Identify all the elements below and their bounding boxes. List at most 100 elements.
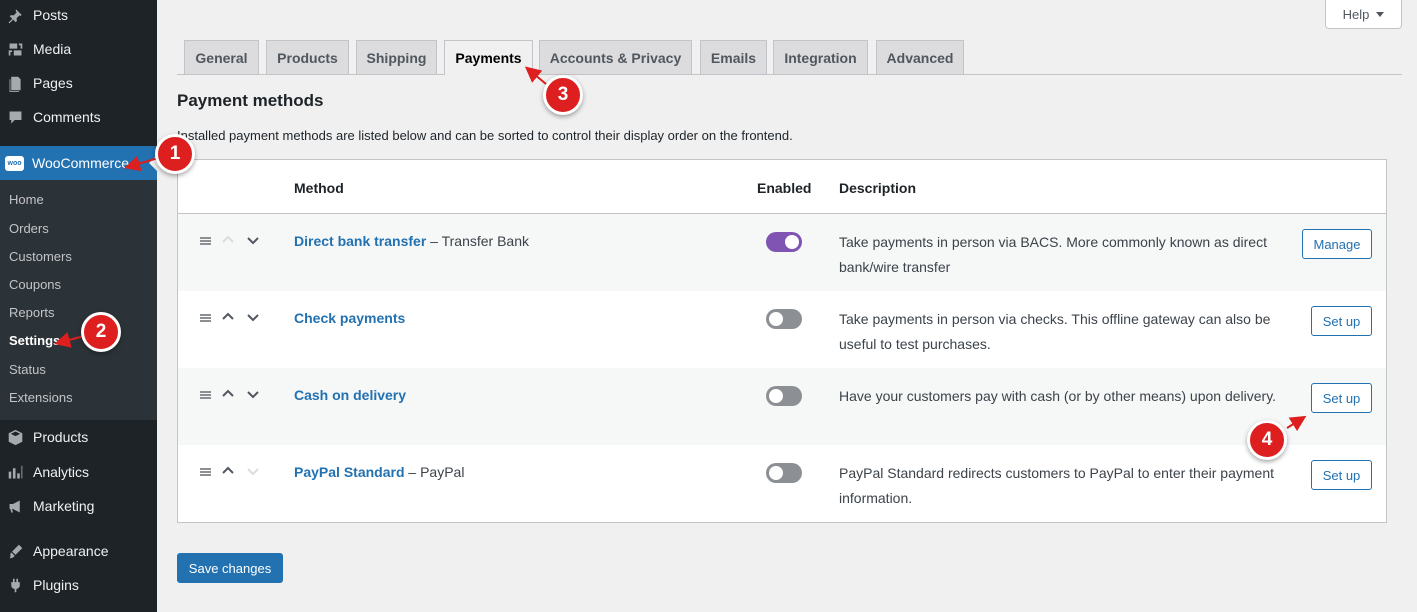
sidebar-item-label: Comments <box>33 109 101 125</box>
column-header-description: Description <box>839 180 917 196</box>
submenu-item-extensions[interactable]: Extensions <box>9 388 73 408</box>
submenu-item-customers[interactable]: Customers <box>9 247 72 267</box>
method-description: Take payments in person via BACS. More c… <box>839 234 1267 275</box>
page-description: Installed payment methods are listed bel… <box>177 128 793 143</box>
submenu-item-orders[interactable]: Orders <box>9 219 49 239</box>
toggle-knob <box>769 389 783 403</box>
tab-integration[interactable]: Integration <box>773 40 868 74</box>
submenu-item-status[interactable]: Status <box>9 360 46 380</box>
sidebar-item-products[interactable]: Products <box>0 420 157 454</box>
analytics-icon <box>5 462 25 482</box>
payment-methods-table: Method Enabled Description Direct bank t… <box>177 159 1387 523</box>
tab-emails[interactable]: Emails <box>700 40 767 74</box>
manage-button[interactable]: Manage <box>1302 229 1372 259</box>
tab-general[interactable]: General <box>184 40 259 74</box>
submenu-item-reports[interactable]: Reports <box>9 303 55 323</box>
drag-handle-icon[interactable] <box>200 314 211 322</box>
sidebar-item-pages[interactable]: Pages <box>0 66 157 100</box>
admin-sidebar: Posts Media Pages Comments woo WooCommer… <box>0 0 157 612</box>
sidebar-item-label: Plugins <box>33 577 79 593</box>
sidebar-item-media[interactable]: Media <box>0 32 157 66</box>
chevron-down-icon[interactable] <box>245 309 261 325</box>
chevron-up-icon[interactable] <box>220 386 236 402</box>
method-name[interactable]: Check payments <box>294 310 405 326</box>
sidebar-item-posts[interactable]: Posts <box>0 0 157 32</box>
sidebar-item-label: Media <box>33 41 72 57</box>
appearance-icon <box>5 541 25 561</box>
annotation-badge-3: 3 <box>543 75 583 115</box>
chevron-down-icon[interactable] <box>245 232 261 248</box>
drag-handle-icon[interactable] <box>200 468 211 476</box>
sidebar-item-label: Marketing <box>33 498 95 514</box>
table-row: Check payments Take payments in person v… <box>178 291 1386 368</box>
woo-icon: woo <box>5 155 24 171</box>
annotation-badge-4: 4 <box>1247 420 1287 460</box>
sidebar-item-label: Posts <box>33 7 69 23</box>
column-header-method: Method <box>294 180 344 196</box>
drag-handle-icon[interactable] <box>200 237 211 245</box>
sidebar-item-appearance[interactable]: Appearance <box>0 534 157 568</box>
method-description: PayPal Standard redirects customers to P… <box>839 465 1274 506</box>
table-row: PayPal Standard – PayPal PayPal Standard… <box>178 445 1386 522</box>
sidebar-item-woocommerce[interactable]: woo WooCommerce <box>0 146 157 180</box>
set-up-button[interactable]: Set up <box>1311 460 1372 490</box>
submenu-item-home[interactable]: Home <box>9 190 44 210</box>
sidebar-item-plugins[interactable]: Plugins <box>0 568 157 602</box>
tab-shipping[interactable]: Shipping <box>356 40 437 74</box>
table-row: Direct bank transfer – Transfer Bank Tak… <box>178 214 1386 291</box>
column-header-enabled: Enabled <box>757 180 812 196</box>
toggle-knob <box>785 235 799 249</box>
method-name-link[interactable]: PayPal Standard – PayPal <box>294 464 464 480</box>
marketing-icon <box>5 496 25 516</box>
chevron-down-icon <box>245 463 261 479</box>
enabled-toggle[interactable] <box>766 463 802 483</box>
comments-icon <box>5 107 25 127</box>
settings-tabs: General Products Shipping Payments Accou… <box>177 40 1402 75</box>
set-up-button[interactable]: Set up <box>1311 383 1372 413</box>
method-name-link[interactable]: Direct bank transfer – Transfer Bank <box>294 233 529 249</box>
enabled-toggle[interactable] <box>766 386 802 406</box>
enabled-toggle[interactable] <box>766 232 802 252</box>
method-name-link[interactable]: Cash on delivery <box>294 387 406 403</box>
sidebar-item-label: Products <box>33 429 89 445</box>
tab-payments[interactable]: Payments <box>444 40 533 75</box>
woocommerce-submenu: Home Orders Customers Coupons Reports Se… <box>0 180 157 420</box>
help-label: Help <box>1342 6 1370 22</box>
sidebar-item-marketing[interactable]: Marketing <box>0 489 157 523</box>
help-button[interactable]: Help <box>1325 0 1402 29</box>
toggle-knob <box>769 466 783 480</box>
page-title: Payment methods <box>177 91 324 110</box>
pages-icon <box>5 73 25 93</box>
sidebar-item-label: WooCommerce <box>32 155 129 171</box>
sidebar-item-analytics[interactable]: Analytics <box>0 455 157 489</box>
chevron-up-icon <box>220 232 236 248</box>
set-up-button[interactable]: Set up <box>1311 306 1372 336</box>
save-changes-button[interactable]: Save changes <box>177 553 283 583</box>
method-description: Have your customers pay with cash (or by… <box>839 388 1277 404</box>
method-description: Take payments in person via checks. This… <box>839 311 1271 352</box>
method-subtitle: – Transfer Bank <box>430 233 529 249</box>
method-name[interactable]: PayPal Standard <box>294 464 405 480</box>
method-name-link[interactable]: Check payments <box>294 310 405 326</box>
chevron-down-icon[interactable] <box>245 386 261 402</box>
method-subtitle: – PayPal <box>408 464 465 480</box>
tab-accounts-privacy[interactable]: Accounts & Privacy <box>539 40 692 74</box>
tab-advanced[interactable]: Advanced <box>876 40 964 74</box>
chevron-up-icon[interactable] <box>220 463 236 479</box>
submenu-item-coupons[interactable]: Coupons <box>9 275 61 295</box>
sidebar-item-label: Appearance <box>33 543 109 559</box>
method-name[interactable]: Direct bank transfer <box>294 233 426 249</box>
tab-products[interactable]: Products <box>266 40 349 74</box>
pushpin-icon <box>5 5 25 25</box>
sidebar-item-comments[interactable]: Comments <box>0 100 157 134</box>
enabled-toggle[interactable] <box>766 309 802 329</box>
products-icon <box>5 427 25 447</box>
drag-handle-icon[interactable] <box>200 391 211 399</box>
submenu-item-settings[interactable]: Settings <box>9 331 60 351</box>
annotation-badge-1: 1 <box>155 134 195 174</box>
method-name[interactable]: Cash on delivery <box>294 387 406 403</box>
table-row: Cash on delivery Have your customers pay… <box>178 368 1386 445</box>
plugins-icon <box>5 575 25 595</box>
chevron-up-icon[interactable] <box>220 309 236 325</box>
annotation-badge-2: 2 <box>81 312 121 352</box>
